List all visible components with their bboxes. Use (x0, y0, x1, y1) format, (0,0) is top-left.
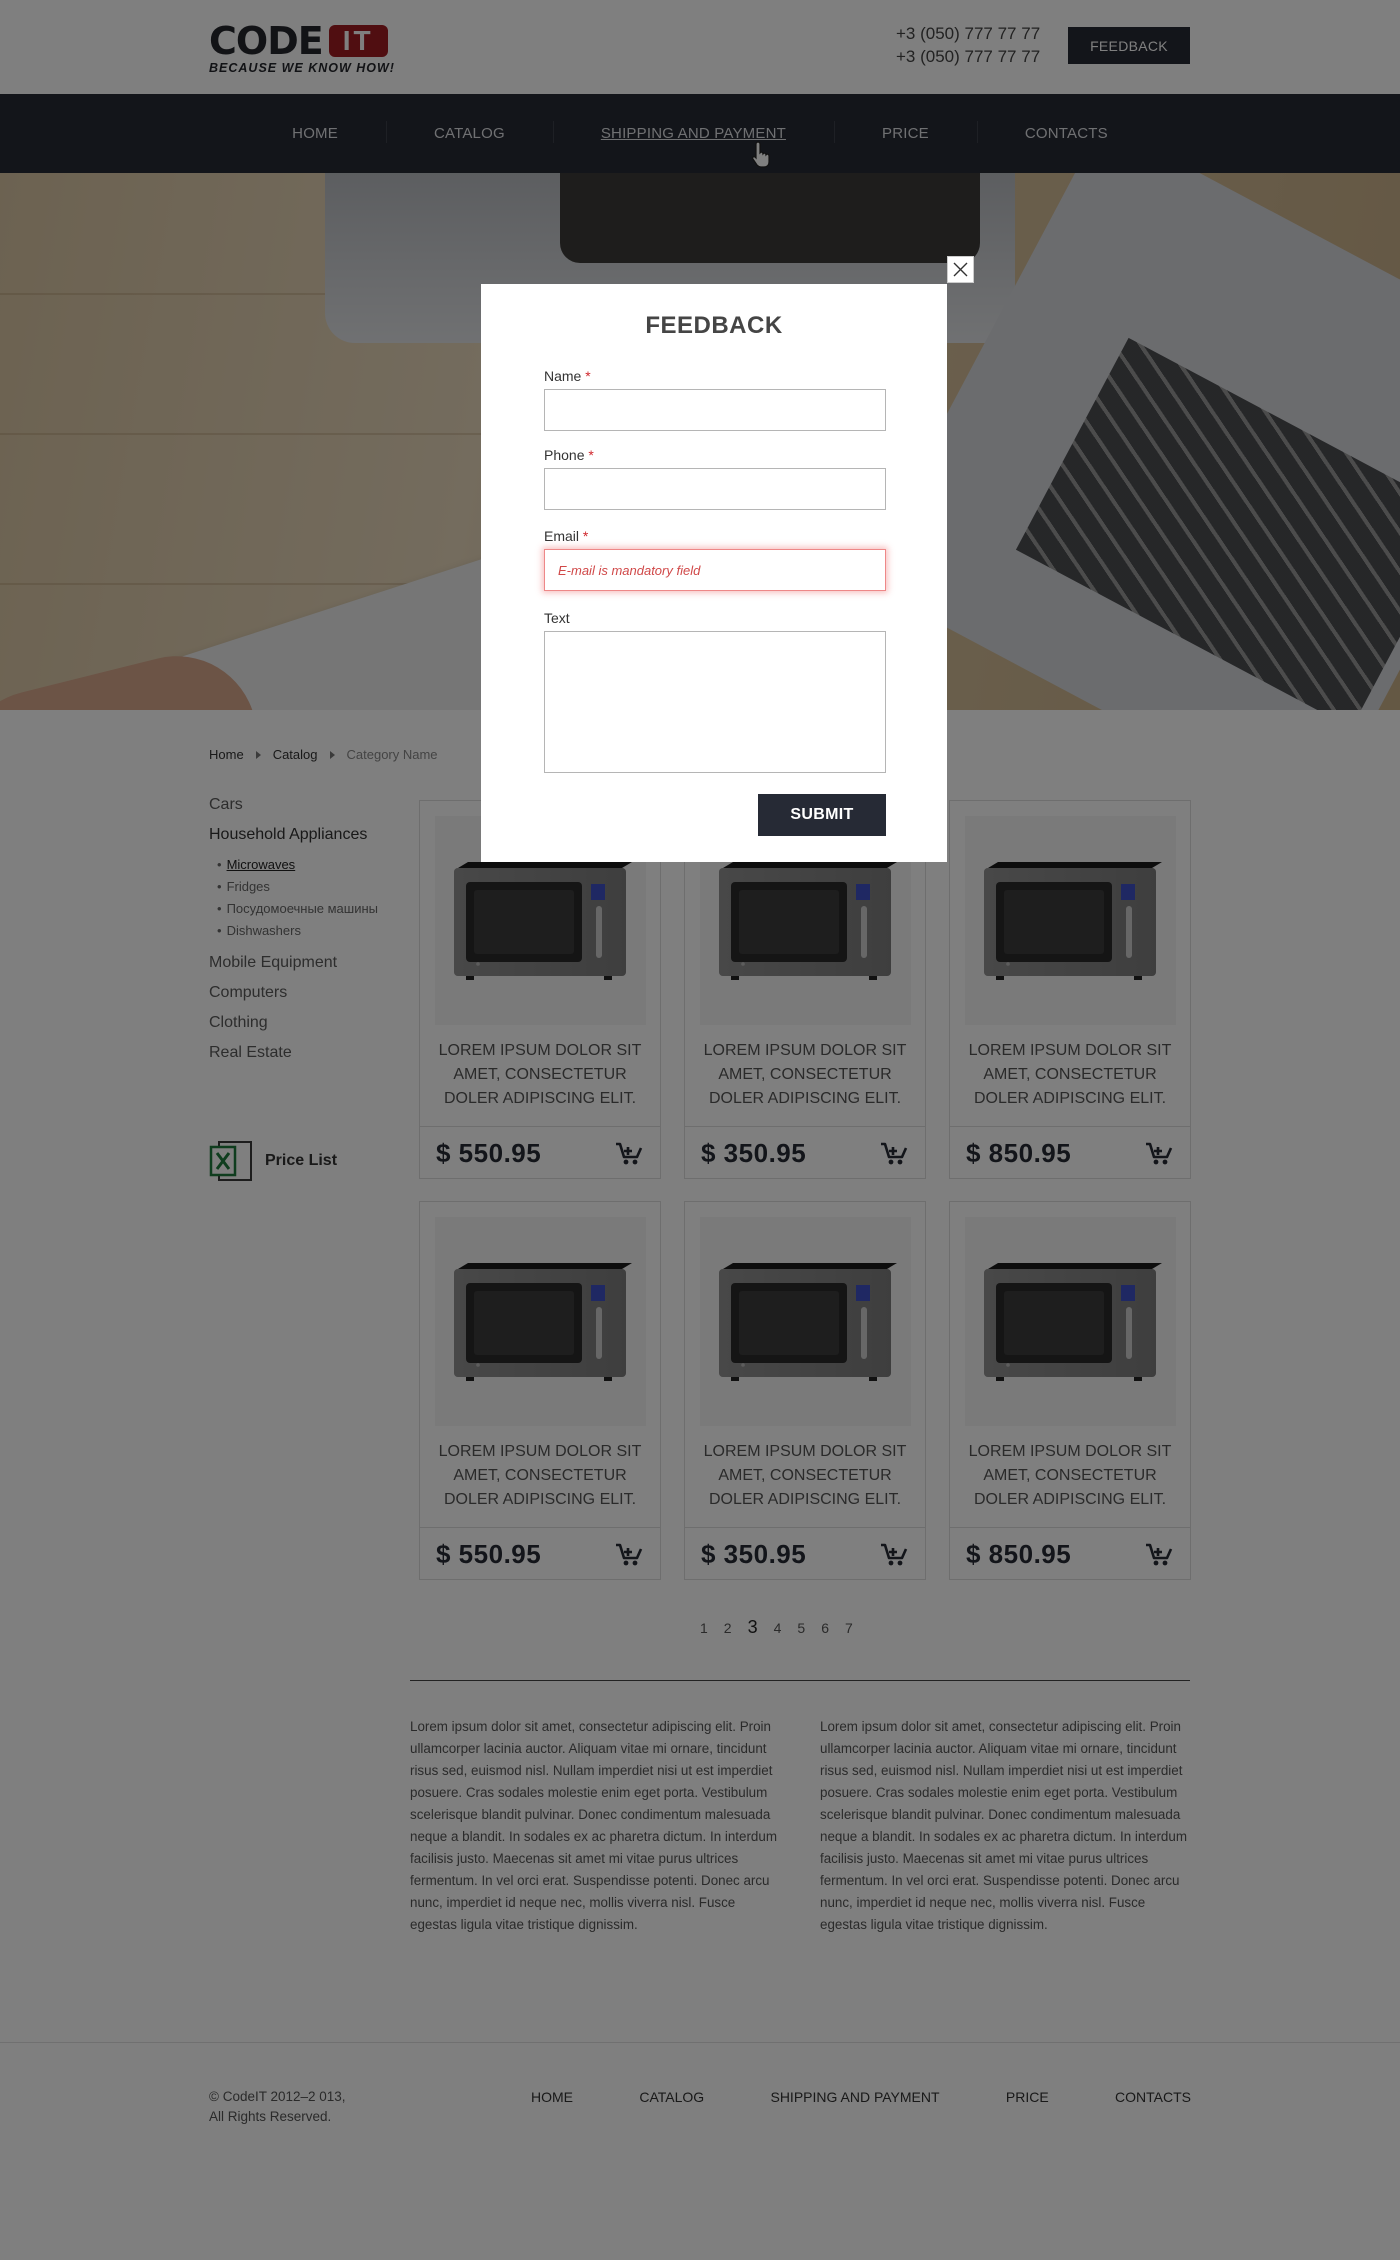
email-field[interactable] (544, 549, 886, 591)
phone-label: Phone * (544, 447, 594, 463)
modal-title: FEEDBACK (645, 312, 783, 339)
name-field[interactable] (544, 389, 886, 431)
name-label: Name * (544, 368, 591, 384)
close-modal-button[interactable] (947, 256, 974, 283)
text-label: Text (544, 610, 570, 626)
close-icon (953, 262, 968, 277)
email-label: Email * (544, 528, 589, 544)
phone-field[interactable] (544, 468, 886, 510)
message-textarea[interactable] (544, 631, 886, 773)
submit-button[interactable]: SUBMIT (758, 794, 886, 836)
feedback-modal: FEEDBACK Name * Phone * Email * Text SUB… (481, 284, 947, 862)
